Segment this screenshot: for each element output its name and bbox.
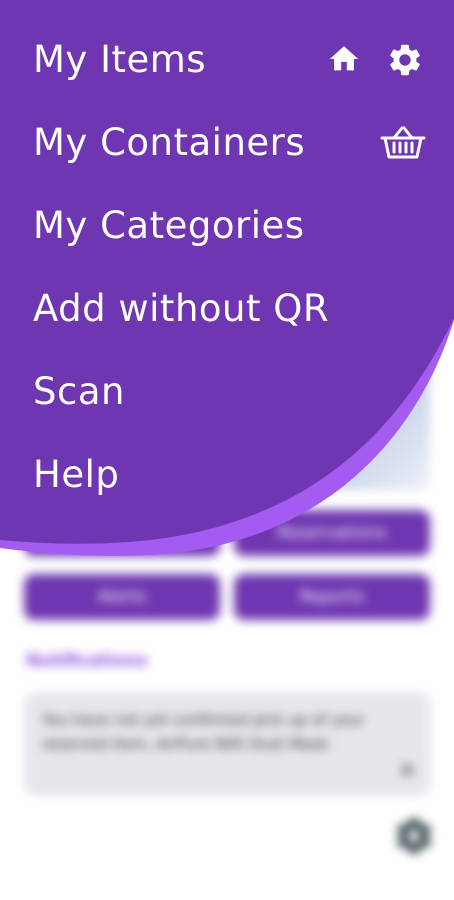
notifications-title: Notifications <box>26 651 148 671</box>
alerts-button[interactable]: Alerts <box>24 574 220 620</box>
menu-item-add-without-qr[interactable]: Add without QR <box>33 269 329 352</box>
menu-list: My Items My Containers My Categories Add… <box>33 20 329 518</box>
menu-item-my-items[interactable]: My Items <box>33 20 329 103</box>
reports-button[interactable]: Reports <box>234 574 430 620</box>
basket-icon[interactable] <box>380 126 426 160</box>
settings-gear-icon[interactable] <box>392 814 436 858</box>
notification-message: You have not yet confirmed pick up of yo… <box>42 711 365 753</box>
menu-item-my-containers[interactable]: My Containers <box>33 103 329 186</box>
menu-item-help[interactable]: Help <box>33 435 329 518</box>
notification-close-icon[interactable]: × <box>398 758 416 783</box>
gear-icon[interactable] <box>386 41 424 79</box>
menu-item-my-categories[interactable]: My Categories <box>33 186 329 269</box>
notification-card: You have not yet confirmed pick up of yo… <box>24 692 431 796</box>
home-icon[interactable] <box>326 42 362 76</box>
menu-item-scan[interactable]: Scan <box>33 352 329 435</box>
